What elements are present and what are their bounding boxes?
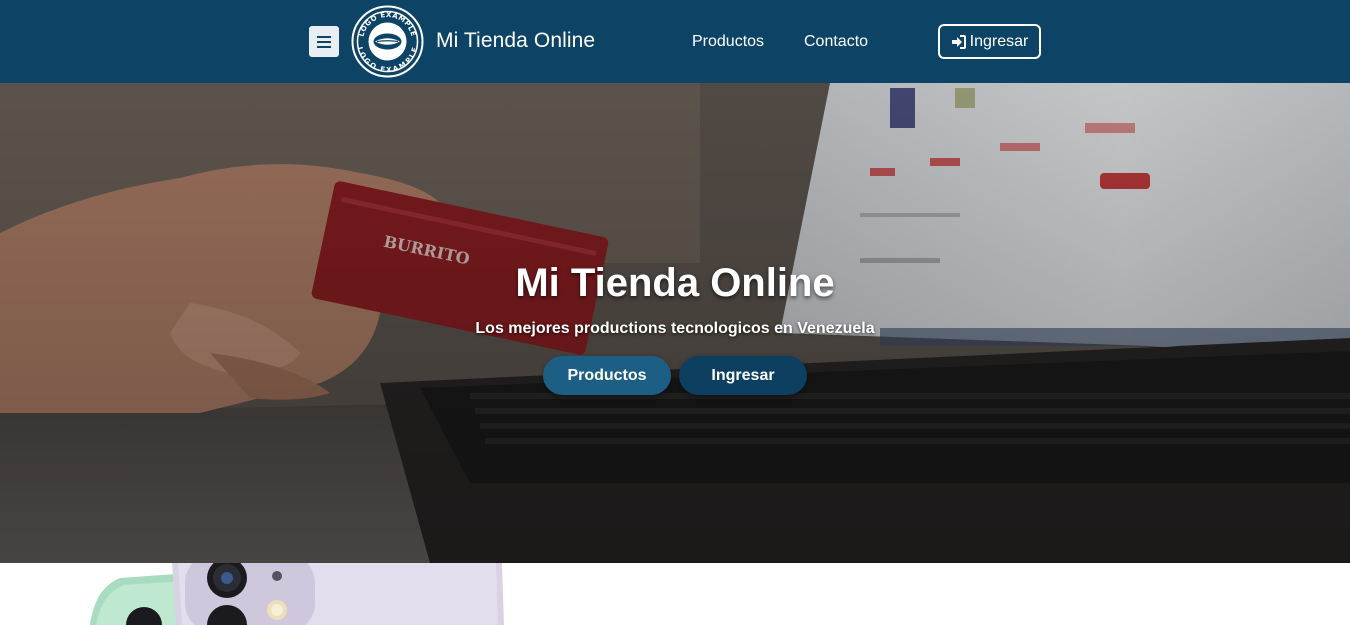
lips-logo-icon: LOGO EXAMPLE LOGO EXAMPLE xyxy=(351,5,424,78)
hero-productos-button[interactable]: Productos xyxy=(543,356,671,395)
brand-logo[interactable]: LOGO EXAMPLE LOGO EXAMPLE xyxy=(351,5,424,78)
hamburger-menu-icon xyxy=(317,35,331,48)
login-button[interactable]: Ingresar xyxy=(938,24,1041,59)
top-navbar: LOGO EXAMPLE LOGO EXAMPLE Mi Tienda Onli… xyxy=(0,0,1350,83)
brand-name[interactable]: Mi Tienda Online xyxy=(436,29,595,53)
nav-link-productos[interactable]: Productos xyxy=(692,32,764,51)
sign-in-icon xyxy=(951,34,966,49)
login-button-label: Ingresar xyxy=(969,32,1029,50)
featured-product-section xyxy=(0,563,1350,625)
smartphone-image[interactable] xyxy=(0,563,520,625)
menu-toggle-button[interactable] xyxy=(309,26,339,57)
nav-link-contacto[interactable]: Contacto xyxy=(804,32,868,51)
hero-title: Mi Tienda Online xyxy=(515,261,835,305)
hero-banner: BURRITO Mi Tienda Online Los mejores pro… xyxy=(0,83,1350,563)
hero-ingresar-button[interactable]: Ingresar xyxy=(679,356,807,395)
hero-subtitle: Los mejores productions tecnologicos en … xyxy=(475,320,875,337)
